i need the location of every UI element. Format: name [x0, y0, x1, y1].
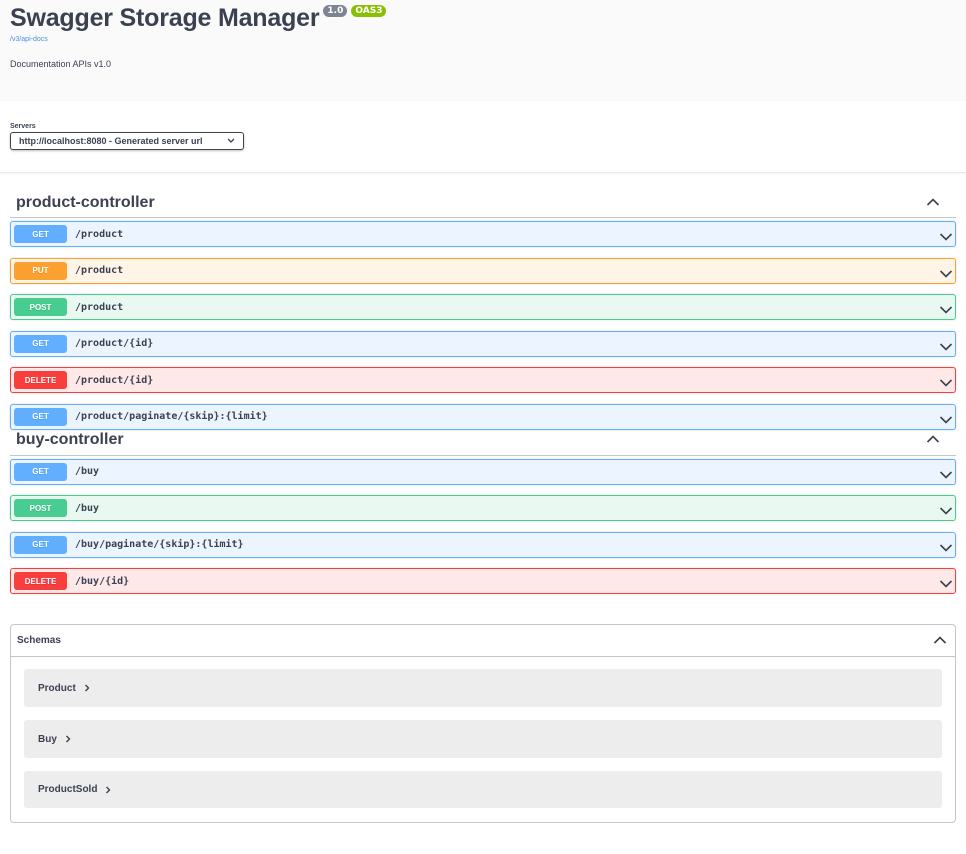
api-docs-link[interactable]: /v3/api-docs: [10, 36, 956, 43]
chevron-up-icon[interactable]: [926, 431, 940, 449]
method-badge: DELETE: [14, 572, 67, 590]
operation-path: /buy/{id}: [75, 575, 130, 587]
operation-path: /product: [75, 265, 124, 276]
schema-model-product[interactable]: Product: [24, 669, 942, 707]
method-badge: GET: [14, 334, 67, 353]
chevron-down-icon[interactable]: [939, 412, 953, 424]
chevron-down-icon[interactable]: [939, 339, 953, 351]
schemas-title: Schemas: [17, 635, 61, 646]
method-badge: DELETE: [14, 371, 67, 389]
operation-post[interactable]: POST/buy: [10, 495, 956, 521]
method-badge: GET: [14, 462, 67, 481]
operation-path: /product/{id}: [75, 374, 154, 386]
tag-header[interactable]: product-controller: [10, 188, 956, 218]
operation-path: /buy: [75, 466, 100, 477]
tag-title: product-controller: [16, 193, 155, 211]
page-title: Swagger Storage Manager: [10, 4, 320, 32]
operation-path: /buy/paginate/{skip}:{limit}: [75, 539, 244, 550]
oas-badge: OAS3: [351, 5, 387, 17]
schemas-section: Schemas Product Buy ProductSold: [10, 624, 956, 823]
chevron-right-icon[interactable]: [84, 681, 90, 695]
servers-bar: Servers http://localhost:8080 - Generate…: [0, 101, 966, 173]
api-description: Documentation APIs v1.0: [10, 59, 112, 69]
operation-delete[interactable]: DELETE/product/{id}: [10, 367, 956, 393]
tag-title: buy-controller: [16, 431, 124, 448]
operation-path: /product: [75, 228, 124, 240]
servers-label: Servers: [10, 123, 36, 130]
tag-section-buy-controller: buy-controller GET/buy POST/buy GET/buy/pag…: [0, 426, 966, 594]
version-badge: 1.0: [323, 5, 348, 17]
method-badge: PUT: [14, 261, 67, 280]
schema-model-name: Buy: [38, 733, 57, 745]
chevron-down-icon[interactable]: [939, 467, 953, 479]
chevron-right-icon[interactable]: [105, 783, 111, 797]
chevron-down-icon[interactable]: [939, 266, 953, 278]
operation-post[interactable]: POST/product: [10, 294, 956, 320]
tag-header[interactable]: buy-controller: [10, 426, 956, 456]
schema-model-buy[interactable]: Buy: [24, 720, 942, 758]
chevron-down-icon[interactable]: [939, 229, 953, 241]
chevron-down-icon[interactable]: [939, 302, 953, 314]
tag-section-product-controller: product-controller GET/product PUT/product…: [0, 188, 966, 430]
chevron-up-icon[interactable]: [933, 632, 947, 650]
operation-get[interactable]: GET/product/paginate/{skip}:{limit}: [10, 403, 956, 430]
operation-path: /product/{id}: [75, 338, 154, 349]
schemas-header[interactable]: Schemas: [11, 625, 955, 657]
operation-path: /buy: [75, 502, 100, 514]
chevron-down-icon[interactable]: [939, 503, 953, 515]
chevron-down-icon: [227, 136, 235, 146]
chevron-down-icon[interactable]: [939, 540, 953, 552]
operation-get[interactable]: GET/buy/paginate/{skip}:{limit}: [10, 531, 956, 558]
operation-path: /product: [75, 301, 124, 313]
operation-get[interactable]: GET/buy: [10, 458, 956, 485]
method-badge: GET: [14, 225, 67, 243]
chevron-down-icon[interactable]: [939, 375, 953, 387]
operation-put[interactable]: PUT/product: [10, 257, 956, 284]
info-section: Swagger Storage Manager 1.0 OAS3 /v3/api…: [0, 0, 966, 101]
server-select[interactable]: http://localhost:8080 - Generated server…: [10, 132, 244, 150]
operation-delete[interactable]: DELETE/buy/{id}: [10, 568, 956, 594]
operation-get[interactable]: GET/product/{id}: [10, 330, 956, 357]
method-badge: POST: [14, 499, 67, 517]
chevron-up-icon[interactable]: [926, 194, 940, 212]
schema-model-productsold[interactable]: ProductSold: [24, 771, 942, 808]
schema-list: Product Buy ProductSold: [11, 657, 955, 808]
method-badge: GET: [14, 407, 67, 426]
schema-model-name: ProductSold: [38, 784, 98, 795]
operation-get[interactable]: GET/product: [10, 221, 956, 247]
chevron-right-icon[interactable]: [65, 732, 71, 746]
schema-model-name: Product: [38, 682, 76, 694]
method-badge: GET: [14, 535, 67, 554]
method-badge: POST: [14, 298, 67, 316]
server-select-value: http://localhost:8080 - Generated server…: [19, 136, 203, 146]
chevron-down-icon[interactable]: [939, 576, 953, 588]
operation-path: /product/paginate/{skip}:{limit}: [75, 411, 268, 422]
